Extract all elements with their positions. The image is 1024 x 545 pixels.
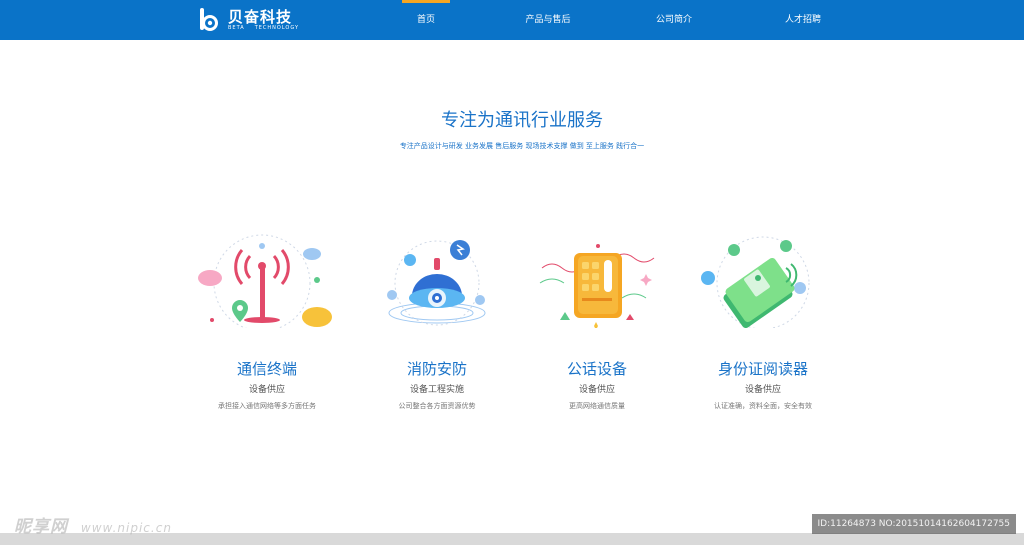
logo-title: 贝奋科技 bbox=[228, 7, 293, 26]
watermark-brand: 昵享网 bbox=[14, 517, 68, 537]
top-header: 贝奋科技 BETA TECHNOLOGY 首页 产品与售后 公司简介 人才招聘 bbox=[0, 0, 1024, 40]
watermark-url: www.nipic.cn bbox=[80, 521, 172, 535]
hero-title: 专注为通讯行业服务 bbox=[441, 110, 603, 131]
logo-sub-left: BETA bbox=[228, 24, 245, 31]
logo-b-icon bbox=[200, 8, 218, 31]
hero-subtitle: 专注产品设计与研发 业务发展 售后服务 现场技术支撑 做到 至上服务 践行合一 bbox=[399, 142, 645, 150]
service-title: 消防安防 bbox=[406, 360, 467, 378]
payphone-icon bbox=[539, 244, 655, 328]
service-subtitle: 设备供应 bbox=[578, 385, 615, 395]
antenna-icon bbox=[198, 234, 332, 328]
nav-home[interactable]: 首页 bbox=[402, 0, 450, 40]
company-logo[interactable]: 贝奋科技 BETA TECHNOLOGY bbox=[198, 5, 299, 35]
service-card-payphone[interactable]: 公话设备 设备供应 更高网络通信质量 bbox=[522, 228, 672, 411]
logo-subtitle: BETA TECHNOLOGY bbox=[228, 25, 299, 32]
service-description: 认证准确，资料全面，安全有效 bbox=[714, 402, 812, 410]
service-description: 承担接入通信网络等多方面任务 bbox=[218, 402, 316, 410]
service-card-telecom-terminal[interactable]: 通信终端 设备供应 承担接入通信网络等多方面任务 bbox=[192, 228, 342, 411]
service-subtitle: 设备工程实施 bbox=[409, 385, 464, 395]
nav-products-service[interactable]: 产品与售后 bbox=[520, 0, 576, 40]
service-title: 公话设备 bbox=[566, 360, 627, 378]
logo-sub-right: TECHNOLOGY bbox=[254, 24, 300, 31]
service-description: 更高网络通信质量 bbox=[569, 402, 625, 410]
watermark: 昵享网 www.nipic.cn bbox=[14, 512, 172, 537]
id-card-reader-icon bbox=[701, 236, 810, 328]
nav-company-profile[interactable]: 公司简介 bbox=[652, 0, 696, 40]
service-card-id-reader[interactable]: 身份证阅读器 设备供应 认证准确，资料全面，安全有效 bbox=[688, 228, 838, 411]
service-title: 通信终端 bbox=[236, 360, 297, 378]
image-id-label: ID:11264873 NO:20151014162604172755 bbox=[811, 514, 1016, 534]
nav-careers[interactable]: 人才招聘 bbox=[781, 0, 825, 40]
service-description: 公司整合各方面资源优势 bbox=[398, 402, 476, 410]
service-subtitle: 设备供应 bbox=[248, 385, 285, 395]
service-subtitle: 设备供应 bbox=[744, 385, 781, 395]
service-card-fire-security[interactable]: 消防安防 设备工程实施 公司整合各方面资源优势 bbox=[362, 228, 512, 411]
service-title: 身份证阅读器 bbox=[717, 360, 808, 378]
security-camera-icon bbox=[387, 240, 486, 326]
